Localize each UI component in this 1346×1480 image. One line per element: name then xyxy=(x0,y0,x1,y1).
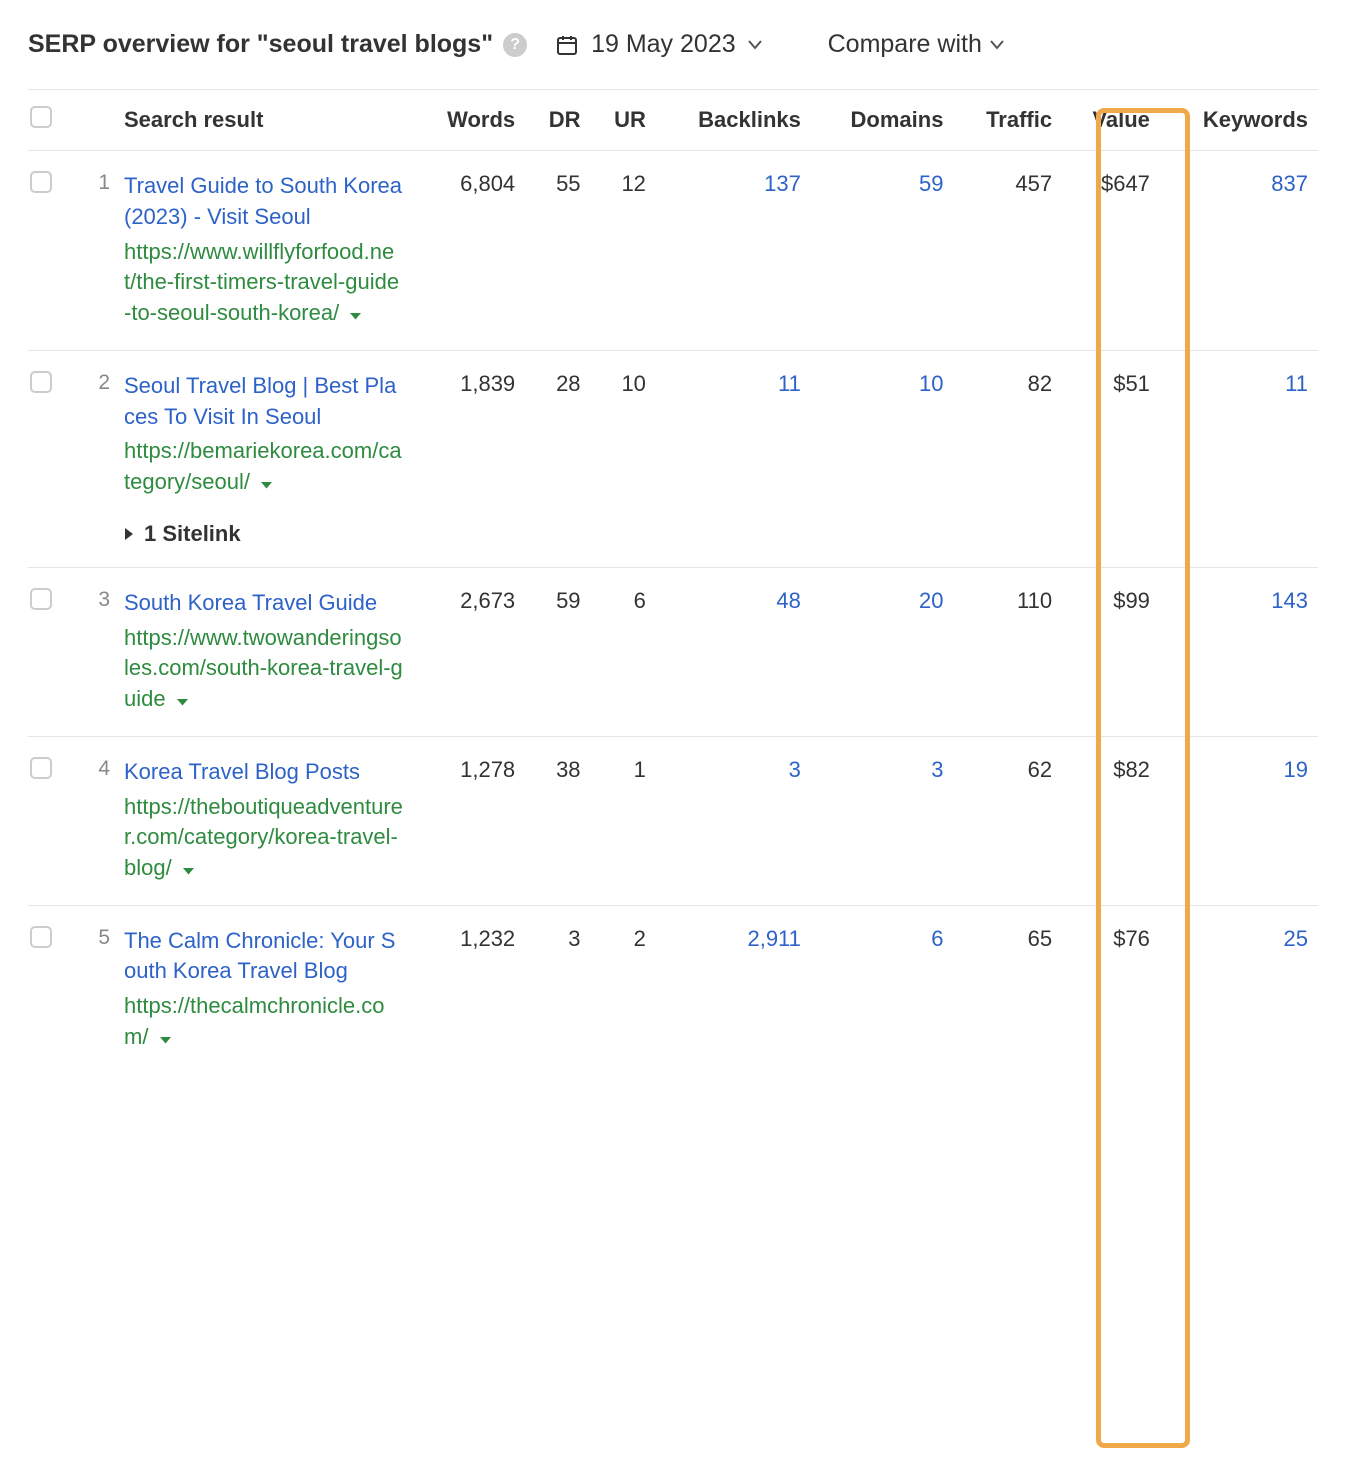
ur-cell: 10 xyxy=(591,350,656,567)
date-label: 19 May 2023 xyxy=(591,30,736,59)
column-rank xyxy=(76,90,124,151)
keywords-cell[interactable]: 11 xyxy=(1160,350,1318,567)
column-value[interactable]: Value xyxy=(1062,90,1160,151)
calendar-icon xyxy=(555,33,579,57)
rank-cell: 1 xyxy=(76,151,124,351)
column-backlinks[interactable]: Backlinks xyxy=(656,90,811,151)
value-cell: $76 xyxy=(1062,905,1160,1073)
domains-cell[interactable]: 10 xyxy=(811,350,954,567)
ur-cell: 2 xyxy=(591,905,656,1073)
chevron-down-icon xyxy=(748,40,762,50)
column-ur[interactable]: UR xyxy=(591,90,656,151)
dr-cell: 59 xyxy=(525,567,590,736)
domains-cell[interactable]: 3 xyxy=(811,736,954,905)
dr-cell: 38 xyxy=(525,736,590,905)
dr-cell: 28 xyxy=(525,350,590,567)
result-url-link[interactable]: https://theboutiqueadventurer.com/catego… xyxy=(124,794,403,881)
rank-cell: 2 xyxy=(76,350,124,567)
keywords-cell[interactable]: 837 xyxy=(1160,151,1318,351)
table-row: 2Seoul Travel Blog | Best Places To Visi… xyxy=(28,350,1318,567)
keywords-cell[interactable]: 143 xyxy=(1160,567,1318,736)
dr-cell: 3 xyxy=(525,905,590,1073)
table-header-row: Search result Words DR UR Backlinks Doma… xyxy=(28,90,1318,151)
value-cell: $99 xyxy=(1062,567,1160,736)
value-cell: $647 xyxy=(1062,151,1160,351)
ur-cell: 1 xyxy=(591,736,656,905)
result-title-link[interactable]: Travel Guide to South Korea (2023) - Vis… xyxy=(124,171,404,233)
table-row: 5The Calm Chronicle: Your South Korea Tr… xyxy=(28,905,1318,1073)
serp-table: Search result Words DR UR Backlinks Doma… xyxy=(28,89,1318,1074)
table-row: 4Korea Travel Blog Posts https://thebouti… xyxy=(28,736,1318,905)
table-row: 3South Korea Travel Guide https://www.two… xyxy=(28,567,1318,736)
ur-cell: 12 xyxy=(591,151,656,351)
words-cell: 1,232 xyxy=(414,905,525,1073)
traffic-cell: 62 xyxy=(953,736,1062,905)
backlinks-cell[interactable]: 137 xyxy=(656,151,811,351)
row-checkbox[interactable] xyxy=(30,371,52,393)
words-cell: 2,673 xyxy=(414,567,525,736)
value-cell: $51 xyxy=(1062,350,1160,567)
column-dr[interactable]: DR xyxy=(525,90,590,151)
column-keywords[interactable]: Keywords xyxy=(1160,90,1318,151)
words-cell: 1,839 xyxy=(414,350,525,567)
rank-cell: 4 xyxy=(76,736,124,905)
traffic-cell: 82 xyxy=(953,350,1062,567)
keywords-cell[interactable]: 19 xyxy=(1160,736,1318,905)
sitelink-toggle[interactable]: 1 Sitelink xyxy=(124,521,404,547)
traffic-cell: 65 xyxy=(953,905,1062,1073)
column-search-result[interactable]: Search result xyxy=(124,90,414,151)
domains-cell[interactable]: 6 xyxy=(811,905,954,1073)
result-title-link[interactable]: The Calm Chronicle: Your South Korea Tra… xyxy=(124,926,404,988)
backlinks-cell[interactable]: 2,911 xyxy=(656,905,811,1073)
sitelink-label: 1 Sitelink xyxy=(144,521,241,547)
traffic-cell: 457 xyxy=(953,151,1062,351)
dr-cell: 55 xyxy=(525,151,590,351)
result-title-link[interactable]: South Korea Travel Guide xyxy=(124,588,404,619)
panel-title: SERP overview for "seoul travel blogs" xyxy=(28,30,493,59)
ur-cell: 6 xyxy=(591,567,656,736)
backlinks-cell[interactable]: 11 xyxy=(656,350,811,567)
rank-cell: 5 xyxy=(76,905,124,1073)
traffic-cell: 110 xyxy=(953,567,1062,736)
row-checkbox[interactable] xyxy=(30,588,52,610)
column-words[interactable]: Words xyxy=(414,90,525,151)
panel-title-group: SERP overview for "seoul travel blogs" ? xyxy=(28,30,527,59)
url-dropdown-icon[interactable] xyxy=(260,468,273,499)
serp-overview-panel: SERP overview for "seoul travel blogs" ?… xyxy=(28,30,1318,1074)
date-picker[interactable]: 19 May 2023 xyxy=(555,30,762,59)
rank-cell: 3 xyxy=(76,567,124,736)
url-dropdown-icon[interactable] xyxy=(159,1023,172,1054)
result-title-link[interactable]: Korea Travel Blog Posts xyxy=(124,757,404,788)
domains-cell[interactable]: 20 xyxy=(811,567,954,736)
column-domains[interactable]: Domains xyxy=(811,90,954,151)
backlinks-cell[interactable]: 3 xyxy=(656,736,811,905)
backlinks-cell[interactable]: 48 xyxy=(656,567,811,736)
compare-dropdown[interactable]: Compare with xyxy=(828,30,1004,59)
row-checkbox[interactable] xyxy=(30,757,52,779)
row-checkbox[interactable] xyxy=(30,926,52,948)
url-dropdown-icon[interactable] xyxy=(349,299,362,330)
url-dropdown-icon[interactable] xyxy=(182,854,195,885)
row-checkbox[interactable] xyxy=(30,171,52,193)
keywords-cell[interactable]: 25 xyxy=(1160,905,1318,1073)
help-icon[interactable]: ? xyxy=(503,33,527,57)
value-cell: $82 xyxy=(1062,736,1160,905)
domains-cell[interactable]: 59 xyxy=(811,151,954,351)
triangle-right-icon xyxy=(124,527,134,541)
column-checkbox xyxy=(28,90,76,151)
words-cell: 1,278 xyxy=(414,736,525,905)
panel-header: SERP overview for "seoul travel blogs" ?… xyxy=(28,30,1318,89)
select-all-checkbox[interactable] xyxy=(30,106,52,128)
chevron-down-icon xyxy=(990,40,1004,50)
result-url-link[interactable]: https://www.twowanderingsoles.com/south-… xyxy=(124,625,403,712)
compare-label: Compare with xyxy=(828,30,982,59)
result-title-link[interactable]: Seoul Travel Blog | Best Places To Visit… xyxy=(124,371,404,433)
column-traffic[interactable]: Traffic xyxy=(953,90,1062,151)
words-cell: 6,804 xyxy=(414,151,525,351)
table-row: 1Travel Guide to South Korea (2023) - Vi… xyxy=(28,151,1318,351)
url-dropdown-icon[interactable] xyxy=(176,685,189,716)
